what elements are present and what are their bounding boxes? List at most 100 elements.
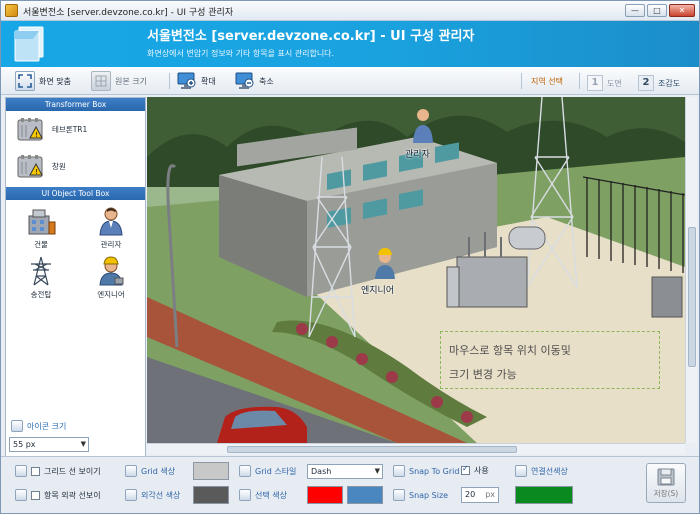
snap-size-input[interactable]: 20 px [461, 487, 499, 503]
manager-overlay-label[interactable]: 관리자 [405, 147, 430, 160]
chevron-down-icon: ▼ [80, 440, 86, 448]
engineer-overlay-label[interactable]: 엔지니어 [361, 283, 394, 296]
snap-size-value: 20 [465, 490, 476, 499]
selection-color-swatch-red[interactable] [307, 486, 343, 504]
manager-person-icon [99, 207, 123, 236]
tool-engineer[interactable]: 엔지니어 [76, 256, 146, 300]
grid-style-select[interactable]: Dash ▼ [307, 464, 383, 479]
snap-icon [393, 465, 405, 477]
zoom-in-label: 확대 [201, 76, 216, 86]
page-label: 도면 [607, 78, 622, 88]
zoom-out-label: 축소 [259, 76, 274, 86]
tool-grid: 건물 관리자 송전탑 엔지니어 [6, 200, 145, 300]
close-button[interactable]: ✕ [669, 4, 695, 17]
grid-icon [15, 465, 27, 477]
connector-color-label: 연결선색상 [531, 466, 568, 476]
icon-size-icon [11, 420, 23, 432]
page-number: 2 [638, 75, 654, 91]
tool-label: 엔지니어 [97, 290, 125, 299]
snap-size-icon [393, 489, 405, 501]
region-select-button[interactable]: 지역 선택 [531, 76, 563, 87]
icon-size-value: 55 px [13, 440, 36, 449]
transformer-item-label: 창원 [52, 162, 66, 171]
header-banner: 서울변전소 [server.devzone.co.kr] - UI 구성 관리자… [1, 21, 699, 67]
move-resize-hint-box[interactable]: 마우스로 항목 위치 이동및 크기 변경 가능 [440, 331, 660, 389]
zoom-out-monitor-icon [235, 71, 255, 91]
snap-enabled-checkbox[interactable] [461, 464, 470, 475]
tool-manager[interactable]: 관리자 [76, 206, 146, 250]
toolbar-separator [579, 73, 580, 89]
snap-to-grid-label-row: Snap To Grid [393, 465, 459, 477]
icon-size-label: 아이콘 크기 [27, 421, 67, 431]
page-label: 조감도 [658, 78, 681, 88]
snap-enabled-option[interactable]: 사용 [461, 464, 489, 476]
tool-box-header: UI Object Tool Box [6, 187, 145, 200]
fit-screen-icon [15, 71, 35, 91]
building-icon [28, 209, 56, 235]
hint-text-line1: 마우스로 항목 위치 이동및 [449, 344, 571, 357]
icon-size-row: 아이콘 크기 [11, 419, 152, 433]
tool-label: 송전탑 [30, 290, 52, 299]
transmission-tower-icon [31, 256, 51, 286]
connector-color-swatch[interactable] [515, 486, 573, 504]
horizontal-scrollbar[interactable] [147, 443, 685, 454]
save-label: 저장(S) [653, 488, 679, 498]
show-outline-checkbox[interactable] [31, 490, 40, 500]
show-grid-label: 그리드 선 보이기 [44, 466, 101, 476]
show-outline-option[interactable]: 항목 외곽 선보이 [15, 489, 101, 501]
palette-icon [125, 465, 137, 477]
banner-subtitle: 화면상에서 변압기 정보와 기타 항목을 표시 관리합니다. [147, 49, 335, 58]
save-button[interactable]: 저장(S) [646, 463, 686, 503]
palette-icon [125, 489, 137, 501]
maximize-button[interactable]: □ [647, 4, 667, 17]
connector-color-label-row: 연결선색상 [515, 465, 568, 477]
snap-to-grid-label: Snap To Grid [409, 466, 460, 476]
tool-transmission-tower[interactable]: 송전탑 [6, 256, 76, 300]
outline-color-label-row: 외각선 색상 [125, 489, 180, 501]
window-title: 서울변전소 [server.devzone.co.kr] - UI 구성 관리자 [23, 8, 234, 18]
toolbar-separator [169, 73, 170, 89]
grid-color-swatch[interactable] [193, 462, 229, 480]
vertical-scroll-thumb[interactable] [688, 227, 696, 367]
grid-style-value: Dash [311, 467, 332, 476]
fit-screen-button[interactable]: 화면 맞춤 [15, 71, 71, 91]
zoom-out-button[interactable]: 축소 [235, 71, 274, 91]
transformer-item-label: 테브론TR1 [52, 125, 88, 134]
page-tab-drawing[interactable]: 1 도면 [587, 73, 622, 93]
transformer-item[interactable]: ! 테브론TR1 [6, 111, 145, 148]
icon-size-select[interactable]: 55 px ▼ [9, 437, 89, 452]
settings-bar: 그리드 선 보이기 항목 외곽 선보이 Grid 색상 외각선 색상 Grid … [1, 456, 699, 513]
grid-style-label-row: Grid 스타일 [239, 465, 296, 477]
document-logo-icon [14, 26, 44, 62]
horizontal-scroll-thumb[interactable] [227, 446, 517, 453]
chevron-down-icon: ▼ [374, 467, 380, 475]
snap-size-unit: px [485, 490, 495, 499]
toolbar-separator [521, 73, 522, 89]
app-icon [5, 4, 18, 17]
transformer-item[interactable]: ! 창원 [6, 148, 145, 185]
outline-icon [15, 489, 27, 501]
tool-building[interactable]: 건물 [6, 206, 76, 250]
original-size-label: 원본 크기 [115, 76, 147, 86]
original-size-button[interactable]: 원본 크기 [91, 71, 147, 91]
minimize-button[interactable]: — [625, 4, 645, 17]
design-canvas[interactable]: 관리자 엔지니어 마우스로 항목 위치 이동및 크기 변경 가능 [147, 97, 685, 443]
title-bar[interactable]: 서울변전소 [server.devzone.co.kr] - UI 구성 관리자… [1, 1, 699, 21]
tool-label: 관리자 [100, 240, 122, 249]
connector-icon [515, 465, 527, 477]
page-tab-aerial-view[interactable]: 2 조감도 [638, 73, 680, 93]
transformer-box-header: Transformer Box [6, 98, 145, 111]
selection-color-swatch-blue[interactable] [347, 486, 383, 504]
vertical-scrollbar[interactable] [685, 97, 697, 443]
grid-color-label-row: Grid 색상 [125, 465, 175, 477]
page-number: 1 [587, 75, 603, 91]
snap-size-label-row: Snap Size [393, 489, 448, 501]
show-grid-option[interactable]: 그리드 선 보이기 [15, 465, 101, 477]
grid-style-icon [239, 465, 251, 477]
outline-color-swatch[interactable] [193, 486, 229, 504]
engineer-person-icon [99, 256, 124, 286]
zoom-in-button[interactable]: 확대 [177, 71, 216, 91]
grid-style-label: Grid 스타일 [255, 466, 297, 476]
transformer-warning-icon: ! [17, 117, 43, 140]
show-grid-checkbox[interactable] [31, 466, 40, 476]
